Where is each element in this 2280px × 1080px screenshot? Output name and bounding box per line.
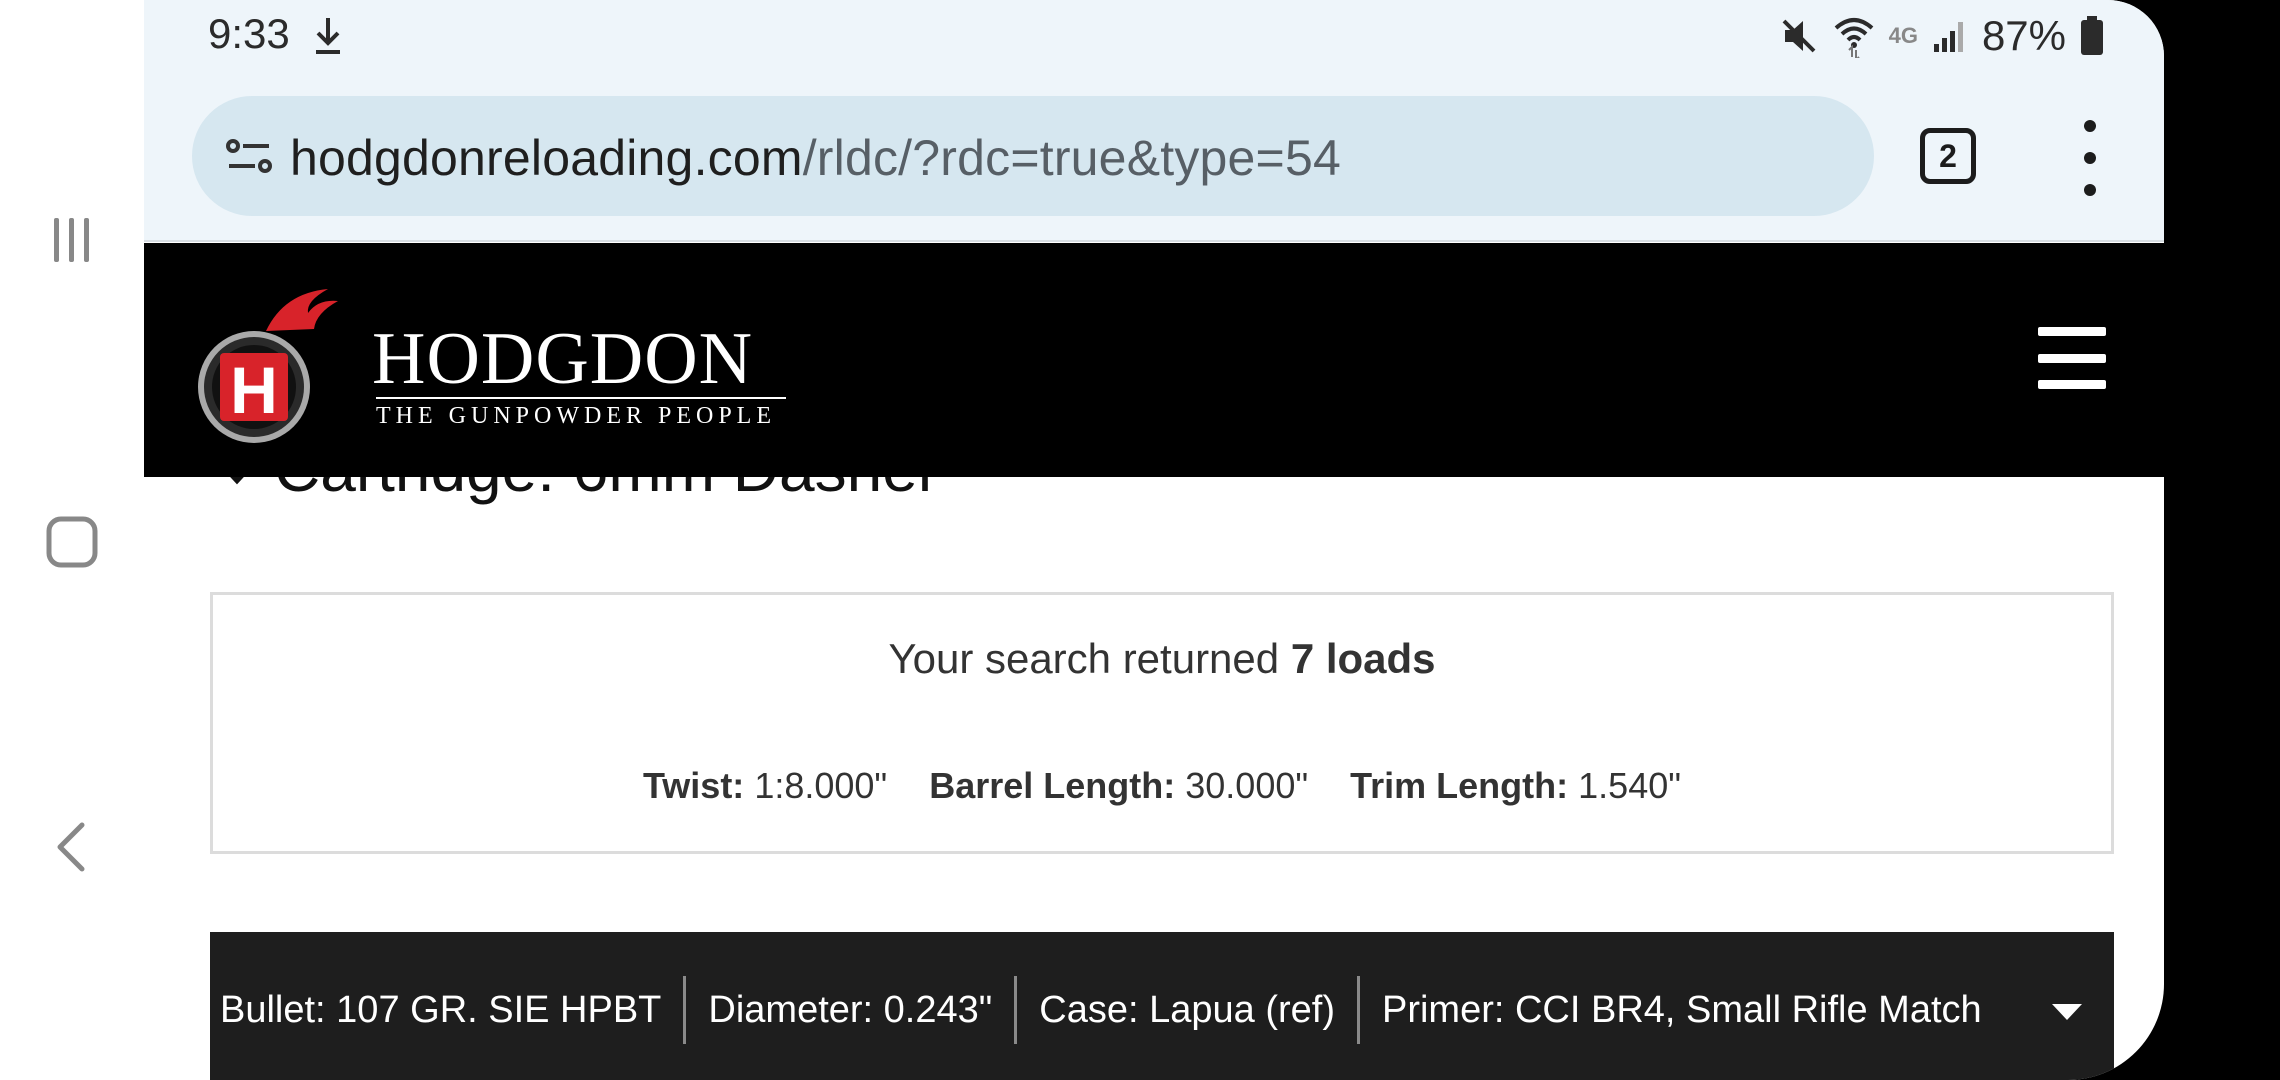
logo-emblem: H: [198, 289, 338, 443]
hamburger-menu-icon[interactable]: [2038, 327, 2106, 389]
phone-screen: 9:33 4G 87% hodgdonreloading.com/rldc/?r…: [144, 0, 2164, 1080]
load-diameter: Diameter: 0.243": [708, 988, 993, 1031]
load-row-header[interactable]: Bullet: 107 GR. SIE HPBT Diameter: 0.243…: [210, 932, 2114, 1080]
spec-twist: Twist: 1:8.000": [643, 765, 887, 807]
spec-value: 30.000": [1185, 765, 1309, 806]
tab-count: 2: [1939, 137, 1957, 174]
caret-down-icon[interactable]: [2050, 1002, 2084, 1022]
brand-tagline: THE GUNPOWDER PEOPLE: [376, 403, 776, 429]
recent-apps-button[interactable]: [40, 208, 104, 272]
browser-toolbar: hodgdonreloading.com/rldc/?rdc=true&type…: [144, 72, 2164, 242]
spec-value: 1:8.000": [754, 765, 888, 806]
load-primer: Primer: CCI BR4, Small Rifle Match: [1381, 988, 1982, 1031]
back-button[interactable]: [40, 815, 104, 879]
more-vert-icon[interactable]: [2070, 120, 2110, 196]
tune-icon[interactable]: [214, 120, 286, 192]
home-icon: [46, 516, 98, 568]
spec-trim-length: Trim Length: 1.540": [1350, 765, 1681, 807]
logo-letter: H: [230, 353, 278, 427]
tab-switcher-button[interactable]: 2: [1920, 128, 1976, 184]
spec-barrel-length: Barrel Length: 30.000": [929, 765, 1308, 807]
site-header: H HODGDON THE GUNPOWDER PEOPLE: [144, 243, 2164, 477]
wifi-icon: [1834, 18, 1873, 58]
status-bar: 9:33 4G 87%: [144, 0, 2164, 72]
spec-list: Twist: 1:8.000" Barrel Length: 30.000" T…: [213, 765, 2111, 807]
download-icon: [316, 18, 340, 54]
address-bar[interactable]: hodgdonreloading.com/rldc/?rdc=true&type…: [192, 96, 1874, 216]
search-summary: Your search returned 7 loads Twist: 1:8.…: [210, 592, 2114, 854]
spec-value: 1.540": [1578, 765, 1682, 806]
recents-icon: [54, 218, 89, 262]
url-text[interactable]: hodgdonreloading.com/rldc/?rdc=true&type…: [290, 129, 1341, 187]
back-chevron-icon: [57, 822, 85, 872]
url-host: hodgdonreloading.com: [290, 130, 803, 186]
logo-rule: [376, 397, 786, 399]
search-count: 7 loads: [1290, 635, 1436, 682]
load-case: Case: Lapua (ref): [1039, 988, 1335, 1031]
mute-icon: [1782, 19, 1815, 53]
spec-label: Twist:: [642, 765, 745, 806]
load-details: Bullet: 107 GR. SIE HPBT Diameter: 0.243…: [210, 976, 2004, 1044]
url-path: /rldc/?rdc=true&type=54: [802, 130, 1341, 186]
status-icons: 4G 87%: [1779, 12, 2104, 60]
search-result-text: Your search returned 7 loads: [213, 635, 2111, 683]
hodgdon-logo[interactable]: H HODGDON THE GUNPOWDER PEOPLE: [196, 283, 786, 443]
network-type-label: 4G: [1888, 23, 1918, 48]
spec-label: Barrel Length:: [929, 765, 1176, 806]
search-prefix: Your search returned: [888, 635, 1291, 682]
signal-icon: [1933, 22, 1963, 52]
battery-icon: [2081, 16, 2103, 55]
load-bullet: Bullet: 107 GR. SIE HPBT: [220, 988, 662, 1031]
system-nav-rail: [0, 0, 144, 1080]
battery-percentage: 87%: [1981, 12, 2066, 59]
status-time: 9:33: [208, 10, 290, 57]
brand-name: HODGDON: [372, 318, 754, 400]
home-button[interactable]: [40, 510, 104, 574]
spec-label: Trim Length:: [1350, 765, 1569, 806]
